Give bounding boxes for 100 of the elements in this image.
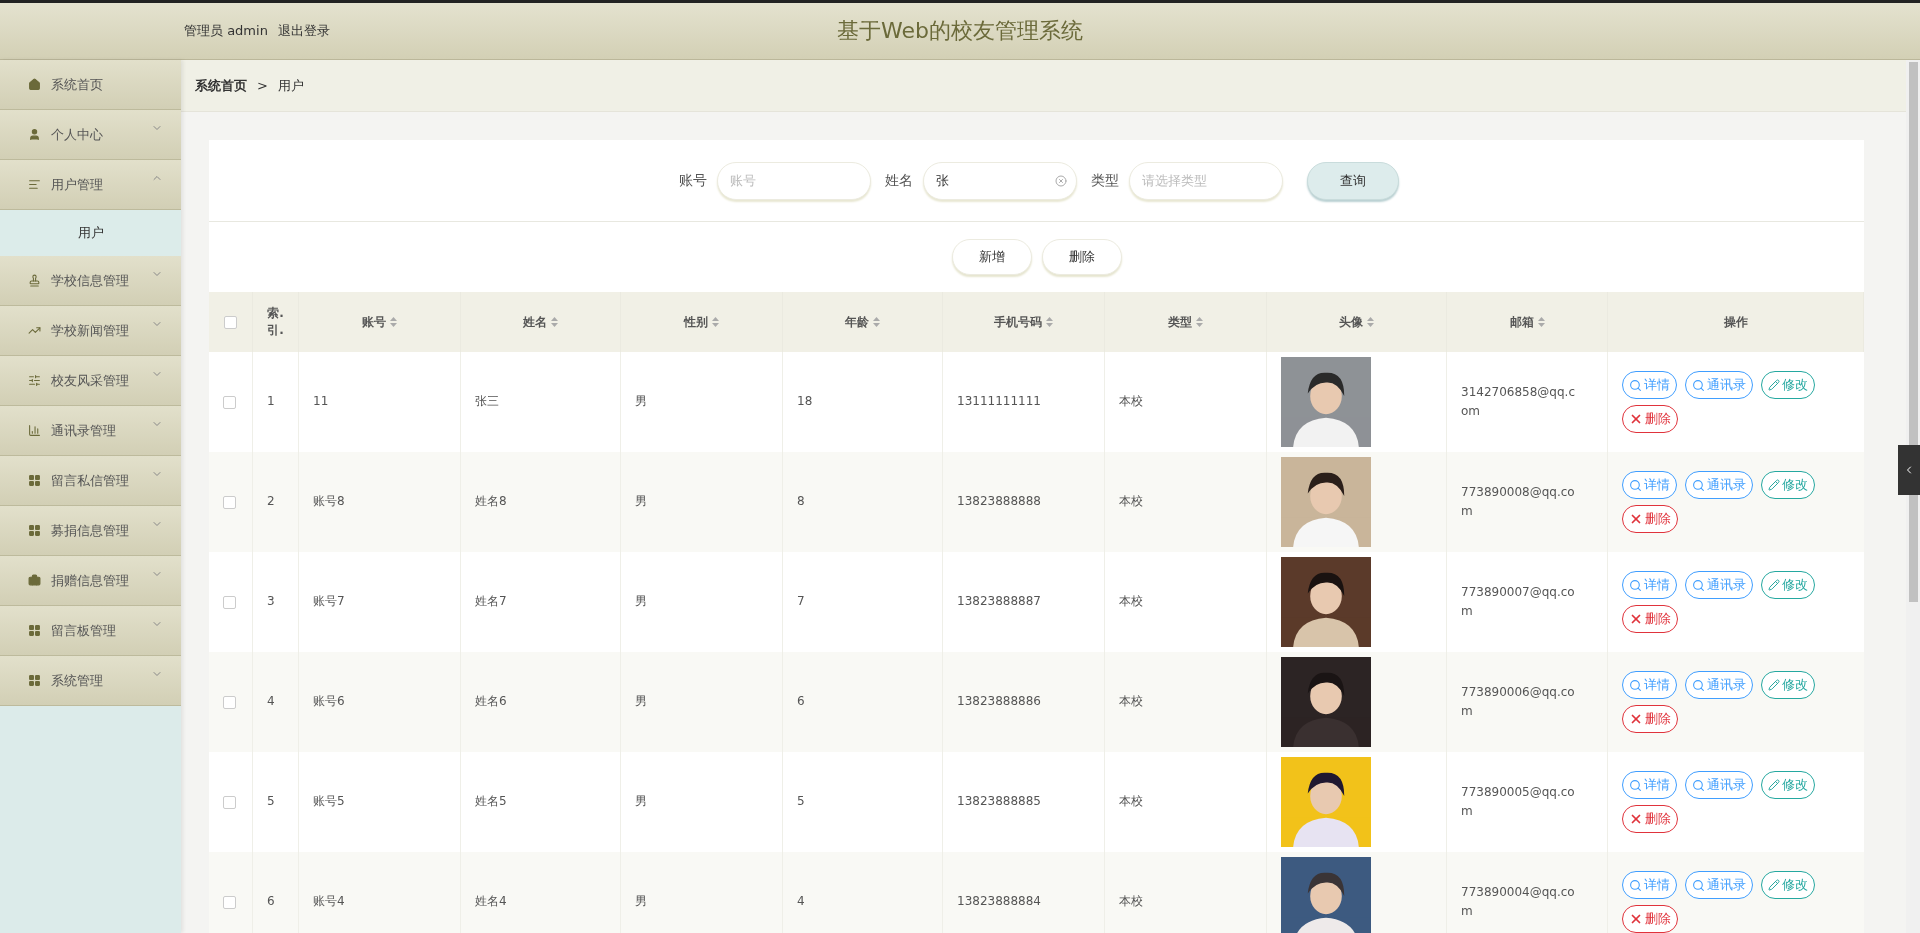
contacts-button[interactable]: 通讯录: [1685, 671, 1753, 699]
table-cell-text: 男: [635, 393, 647, 411]
sidebar-item[interactable]: 学校新闻管理: [0, 306, 181, 356]
sidebar-item[interactable]: 个人中心: [0, 110, 181, 160]
sort-icon: [551, 317, 558, 327]
query-button[interactable]: 查询: [1306, 161, 1399, 200]
type-select[interactable]: 请选择类型: [1128, 161, 1283, 200]
pencil-icon: [1768, 679, 1780, 691]
edit-button[interactable]: 修改: [1761, 771, 1815, 799]
contacts-button[interactable]: 通讯录: [1685, 371, 1753, 399]
pencil-icon: [1768, 779, 1780, 791]
table-cell-text: 13111111111: [957, 393, 1041, 411]
row-checkbox[interactable]: [223, 895, 236, 909]
submenu-item[interactable]: 用户: [0, 210, 181, 256]
search-icon: [1692, 478, 1705, 492]
search-field[interactable]: 账号: [716, 161, 871, 200]
sidebar-item[interactable]: 用户管理: [0, 160, 181, 210]
column-header[interactable]: 邮箱: [1509, 313, 1534, 331]
column-header[interactable]: 手机号码: [994, 313, 1042, 331]
edit-button[interactable]: 修改: [1761, 671, 1815, 699]
table-cell-text: 773890007@qq.com: [1461, 583, 1576, 620]
table-cell-text: 13823888886: [957, 693, 1041, 711]
delete-button[interactable]: 删除: [1622, 905, 1678, 933]
sidebar-item[interactable]: 捐赠信息管理: [0, 556, 181, 606]
breadcrumb-current: 用户: [277, 76, 304, 95]
delete-button[interactable]: 删除: [1622, 805, 1678, 833]
column-header[interactable]: 姓名: [523, 313, 547, 331]
edit-button[interactable]: 修改: [1761, 471, 1815, 499]
delete-button[interactable]: 删除: [1622, 605, 1678, 633]
collapse-button[interactable]: [1898, 445, 1920, 495]
row-checkbox[interactable]: [223, 595, 236, 609]
search-icon: [1692, 678, 1705, 692]
delete-button[interactable]: 删除: [1622, 705, 1678, 733]
sidebar-item[interactable]: 留言私信管理: [0, 456, 181, 506]
delete-button[interactable]: 删除: [1622, 505, 1678, 533]
detail-button[interactable]: 详情: [1622, 771, 1677, 799]
edit-button[interactable]: 修改: [1761, 571, 1815, 599]
briefcase-icon: [28, 574, 41, 587]
grid-icon: [28, 624, 41, 637]
chart-icon: [28, 324, 41, 337]
sort-icon: [712, 317, 719, 327]
table-cell-text: 账号4: [313, 893, 345, 911]
table-cell-text: 773890004@qq.com: [1461, 883, 1576, 920]
table-cell-text: 本校: [1119, 393, 1143, 411]
pencil-icon: [1768, 479, 1780, 491]
stamp-icon: [28, 274, 41, 287]
clear-icon[interactable]: [1054, 174, 1067, 187]
row-checkbox[interactable]: [223, 395, 236, 409]
close-icon: [1629, 512, 1643, 526]
row-checkbox[interactable]: [223, 695, 236, 709]
delete-button[interactable]: 删除: [1622, 405, 1678, 433]
grid-icon: [28, 474, 41, 487]
table-cell-text: 姓名8: [475, 493, 507, 511]
table-cell-text: 13823888884: [957, 893, 1041, 911]
sidebar-item[interactable]: 留言板管理: [0, 606, 181, 656]
breadcrumb-home[interactable]: 系统首页: [195, 76, 247, 95]
sidebar-item[interactable]: 系统首页: [0, 60, 181, 110]
contacts-button[interactable]: 通讯录: [1685, 771, 1753, 799]
sidebar-item[interactable]: 学校信息管理: [0, 256, 181, 306]
table-cell-text: 4: [267, 693, 275, 711]
table-cell-text: 账号7: [313, 593, 345, 611]
contacts-button[interactable]: 通讯录: [1685, 471, 1753, 499]
edit-button[interactable]: 修改: [1761, 371, 1815, 399]
logout-link[interactable]: 退出登录: [277, 22, 330, 40]
row-checkbox[interactable]: [223, 495, 236, 509]
row-checkbox[interactable]: [223, 795, 236, 809]
scrollbar[interactable]: [1906, 60, 1920, 933]
detail-button[interactable]: 详情: [1622, 371, 1677, 399]
delete-button[interactable]: 删除: [1041, 239, 1122, 275]
table-cell-text: 13823888887: [957, 593, 1041, 611]
grid-icon: [28, 674, 41, 687]
sort-icon: [1537, 317, 1545, 327]
admin-user: 管理员 admin: [184, 22, 268, 40]
sidebar-item[interactable]: 通讯录管理: [0, 406, 181, 456]
table-cell-text: 18: [797, 393, 813, 411]
sort-icon: [1367, 317, 1374, 327]
column-header[interactable]: 头像: [1339, 313, 1363, 331]
table-cell-text: 773890005@qq.com: [1461, 783, 1576, 820]
table-cell-text: 6: [797, 693, 805, 711]
detail-button[interactable]: 详情: [1622, 871, 1677, 899]
search-icon: [1629, 478, 1642, 492]
add-button[interactable]: 新增: [951, 239, 1032, 275]
detail-button[interactable]: 详情: [1622, 471, 1677, 499]
edit-button[interactable]: 修改: [1761, 871, 1815, 899]
contacts-button[interactable]: 通讯录: [1685, 571, 1753, 599]
column-header[interactable]: 性别: [684, 313, 708, 331]
sidebar-item[interactable]: 募捐信息管理: [0, 506, 181, 556]
sidebar-item[interactable]: 校友风采管理: [0, 356, 181, 406]
contacts-button[interactable]: 通讯录: [1685, 871, 1753, 899]
column-header[interactable]: 账号: [362, 313, 386, 331]
sidebar-item[interactable]: 系统管理: [0, 656, 181, 706]
table-cell-text: 姓名6: [475, 693, 507, 711]
detail-button[interactable]: 详情: [1622, 671, 1677, 699]
table-cell-text: 本校: [1119, 593, 1143, 611]
search-field[interactable]: 张: [922, 161, 1077, 200]
detail-button[interactable]: 详情: [1622, 571, 1677, 599]
table-cell-text: 男: [635, 693, 647, 711]
column-header[interactable]: 类型: [1168, 313, 1192, 331]
column-header[interactable]: 年龄: [845, 313, 869, 331]
select-all-checkbox[interactable]: [224, 315, 237, 329]
